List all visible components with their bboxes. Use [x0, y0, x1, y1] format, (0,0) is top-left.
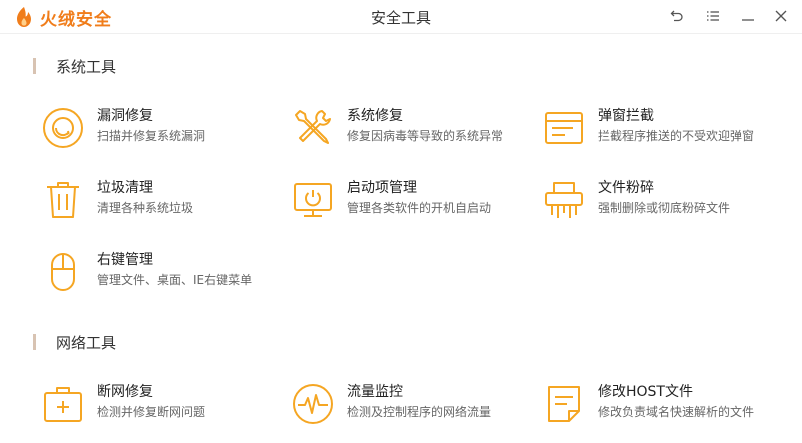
section-network-tools: 网络工具: [33, 333, 117, 352]
section-marker: [33, 58, 36, 74]
tool-context-menu-manager[interactable]: 右键管理 管理文件、桌面、IE右键菜单: [42, 249, 282, 297]
tool-name: 修改HOST文件: [598, 384, 693, 400]
close-icon: [774, 8, 788, 27]
tool-name: 漏洞修复: [97, 108, 153, 124]
trash-can-icon: [42, 179, 84, 221]
first-aid-kit-icon: [42, 383, 84, 425]
section-marker: [33, 334, 36, 350]
section-title: 系统工具: [56, 57, 117, 76]
tool-startup-manager[interactable]: 启动项管理 管理各类软件的开机自启动: [292, 177, 532, 225]
tool-description: 检测并修复断网问题: [97, 405, 206, 419]
minimize-button[interactable]: [737, 6, 759, 28]
tool-popup-blocking[interactable]: 弹窗拦截 拦截程序推送的不受欢迎弹窗: [543, 105, 783, 153]
tool-name: 弹窗拦截: [598, 108, 654, 124]
back-button[interactable]: [666, 6, 688, 28]
tool-name: 右键管理: [97, 252, 153, 268]
tool-network-repair[interactable]: 断网修复 检测并修复断网问题: [42, 381, 282, 429]
tool-edit-host-file[interactable]: 修改HOST文件 修改负责域名快速解析的文件: [543, 381, 783, 429]
wrench-screwdriver-icon: [292, 107, 334, 149]
tool-description: 管理文件、桌面、IE右键菜单: [97, 273, 253, 287]
tool-description: 拦截程序推送的不受欢迎弹窗: [598, 129, 755, 143]
shredder-icon: [543, 179, 585, 221]
tool-description: 清理各种系统垃圾: [97, 201, 194, 215]
traffic-pulse-icon: [292, 383, 334, 425]
tool-description: 检测及控制程序的网络流量: [347, 405, 492, 419]
tool-name: 文件粉碎: [598, 180, 654, 196]
tool-traffic-monitor[interactable]: 流量监控 检测及控制程序的网络流量: [292, 381, 532, 429]
section-title: 网络工具: [56, 333, 117, 352]
section-system-tools: 系统工具: [33, 57, 117, 76]
app-window: 火绒安全 安全工具 系统工具 漏洞修复 扫描并修复系统漏洞 系统修复 修复因病毒…: [0, 0, 802, 443]
tool-description: 修改负责域名快速解析的文件: [598, 405, 755, 419]
menu-button[interactable]: [702, 6, 724, 28]
menu-icon: [706, 8, 720, 27]
tool-junk-cleanup[interactable]: 垃圾清理 清理各种系统垃圾: [42, 177, 282, 225]
tool-name: 垃圾清理: [97, 180, 153, 196]
minimize-icon: [741, 8, 755, 27]
tool-description: 修复因病毒等导致的系统异常: [347, 129, 504, 143]
tool-description: 管理各类软件的开机自启动: [347, 201, 492, 215]
tool-file-shredder[interactable]: 文件粉碎 强制删除或彻底粉碎文件: [543, 177, 783, 225]
tool-name: 系统修复: [347, 108, 403, 124]
back-arrow-icon: [670, 8, 684, 27]
tool-description: 强制删除或彻底粉碎文件: [598, 201, 731, 215]
title-bar: 火绒安全 安全工具: [0, 0, 802, 34]
close-button[interactable]: [770, 6, 792, 28]
tool-vulnerability-repair[interactable]: 漏洞修复 扫描并修复系统漏洞: [42, 105, 282, 153]
tool-description: 扫描并修复系统漏洞: [97, 129, 206, 143]
tool-system-repair[interactable]: 系统修复 修复因病毒等导致的系统异常: [292, 105, 532, 153]
tool-name: 断网修复: [97, 384, 153, 400]
popup-window-icon: [543, 107, 585, 149]
host-file-icon: [543, 383, 585, 425]
mouse-icon: [42, 251, 84, 293]
vulnerability-repair-icon: [42, 107, 84, 149]
monitor-power-icon: [292, 179, 334, 221]
tool-name: 启动项管理: [347, 180, 417, 196]
tool-name: 流量监控: [347, 384, 403, 400]
